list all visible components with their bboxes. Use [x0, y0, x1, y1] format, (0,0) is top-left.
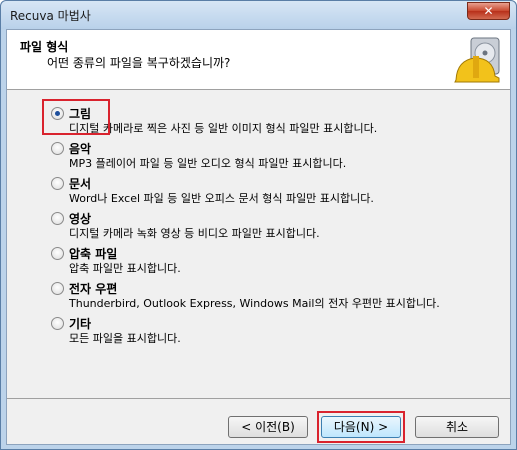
file-type-options: 그림 디지털 카메라로 찍은 사진 등 일반 이미지 형식 파일만 표시합니다.…	[51, 104, 501, 349]
option-description: Word나 Excel 파일 등 일반 오피스 문서 형식 파일만 표시합니다.	[69, 192, 374, 205]
option-music[interactable]: 음악 MP3 플레이어 파일 등 일반 오디오 형식 파일만 표시합니다.	[51, 139, 501, 174]
window-title: Recuva 마법사	[10, 9, 91, 23]
cancel-button[interactable]: 취소	[415, 416, 499, 438]
next-highlight-box	[317, 411, 405, 443]
option-documents[interactable]: 문서 Word나 Excel 파일 등 일반 오피스 문서 형식 파일만 표시합…	[51, 174, 501, 209]
close-button[interactable]: ✕	[467, 2, 510, 20]
compressed-radio[interactable]	[51, 247, 64, 260]
recuva-helmet-drive-icon	[454, 37, 500, 83]
other-radio[interactable]	[51, 317, 64, 330]
page-title: 파일 형식	[20, 40, 69, 54]
button-divider	[7, 398, 510, 399]
option-description: 압축 파일만 표시합니다.	[69, 262, 181, 275]
option-email[interactable]: 전자 우편 Thunderbird, Outlook Express, Wind…	[51, 279, 501, 314]
option-video[interactable]: 영상 디지털 카메라 녹화 영상 등 비디오 파일만 표시합니다.	[51, 209, 501, 244]
wizard-body: 파일 형식 어떤 종류의 파일을 복구하겠습니까? 그림 디지털 카메라로 찍은…	[6, 29, 511, 445]
option-compressed[interactable]: 압축 파일 압축 파일만 표시합니다.	[51, 244, 501, 279]
option-description: 디지털 카메라 녹화 영상 등 비디오 파일만 표시합니다.	[69, 227, 320, 240]
option-description: 모든 파일을 표시합니다.	[69, 332, 181, 345]
video-radio[interactable]	[51, 212, 64, 225]
wizard-header: 파일 형식 어떤 종류의 파일을 복구하겠습니까?	[7, 30, 510, 90]
back-button[interactable]: < 이전(B)	[228, 416, 308, 438]
email-radio[interactable]	[51, 282, 64, 295]
option-description: 디지털 카메라로 찍은 사진 등 일반 이미지 형식 파일만 표시합니다.	[69, 122, 378, 135]
option-description: Thunderbird, Outlook Express, Windows Ma…	[69, 297, 440, 310]
documents-radio[interactable]	[51, 177, 64, 190]
close-icon: ✕	[483, 4, 494, 18]
page-subtitle: 어떤 종류의 파일을 복구하겠습니까?	[47, 56, 231, 70]
title-bar[interactable]: Recuva 마법사 ✕	[1, 1, 516, 29]
option-pictures[interactable]: 그림 디지털 카메라로 찍은 사진 등 일반 이미지 형식 파일만 표시합니다.	[51, 104, 501, 139]
option-other[interactable]: 기타 모든 파일을 표시합니다.	[51, 314, 501, 349]
option-description: MP3 플레이어 파일 등 일반 오디오 형식 파일만 표시합니다.	[69, 157, 347, 170]
pictures-highlight-box	[42, 99, 110, 135]
music-radio[interactable]	[51, 142, 64, 155]
recuva-wizard-window: Recuva 마법사 ✕ 파일 형식 어떤 종류의 파일을 복구하겠습니까? 그…	[0, 0, 517, 450]
